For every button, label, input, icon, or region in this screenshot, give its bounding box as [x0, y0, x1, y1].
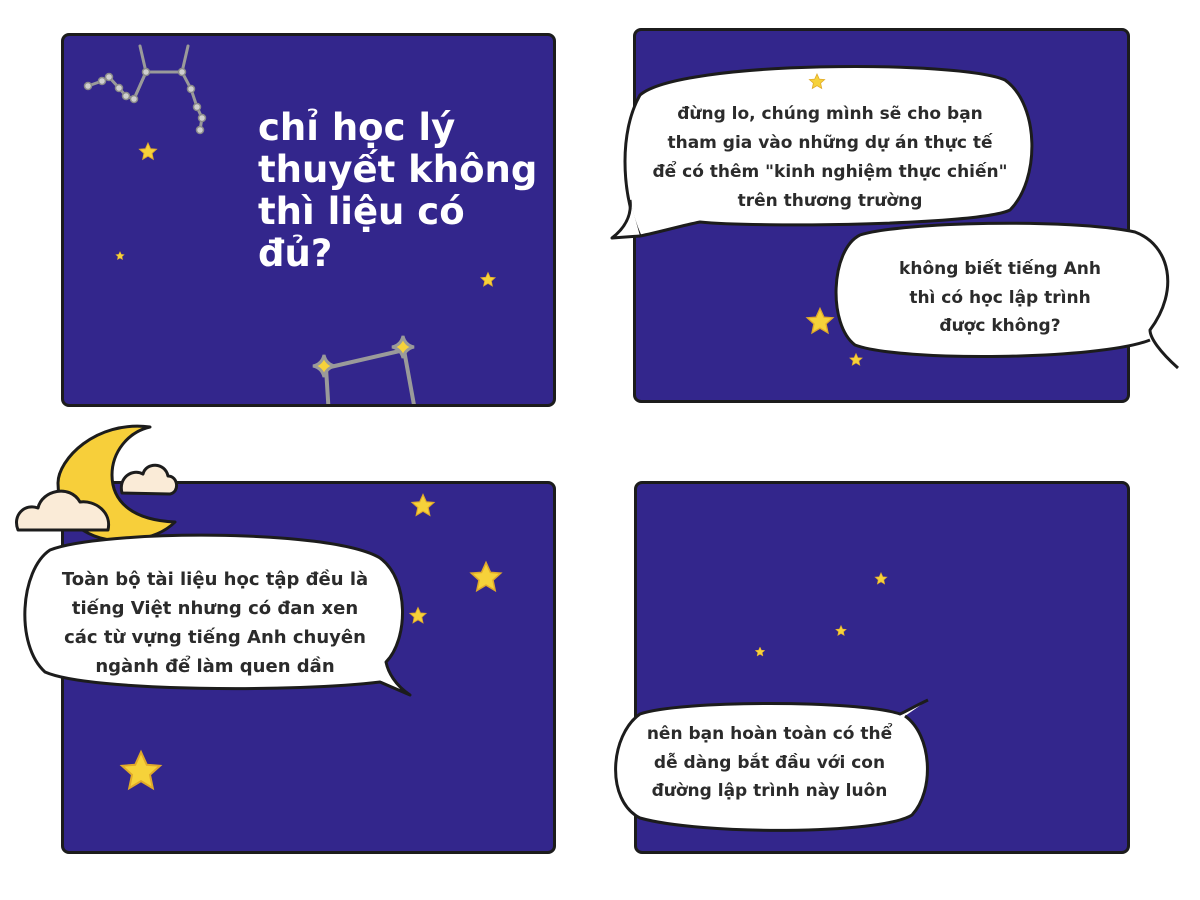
bubble-line: đường lập trình này luôn — [651, 781, 888, 801]
panel1-headline: chỉ học lý thuyết không thì liệu có đủ? — [258, 107, 548, 275]
bubble-line: dễ dàng bắt đầu với con — [653, 752, 886, 773]
bubble-line: nên bạn hoàn toàn có thể — [646, 724, 893, 744]
bubble-line: các từ vựng tiếng Anh chuyên — [64, 627, 366, 648]
headline-line: chỉ học lý — [258, 106, 456, 149]
bubble-line: tiếng Việt nhưng có đan xen — [71, 598, 359, 619]
headline-line: thì liệu có đủ? — [258, 190, 465, 275]
bubble-line: Toàn bộ tài liệu học tập đều là — [61, 569, 369, 590]
panel3-bubble-text: Toàn bộ tài liệu học tập đều là tiếng Vi… — [30, 565, 400, 681]
bubble-line: trên thương trường — [737, 191, 923, 211]
panel2-bubble-top-text: đừng lo, chúng mình sẽ cho bạn tham gia … — [630, 100, 1030, 216]
bubble-line: thì có học lập trình — [909, 287, 1091, 308]
bubble-line: được không? — [939, 316, 1061, 336]
bubble-line: đừng lo, chúng mình sẽ cho bạn — [677, 104, 983, 124]
bubble-line: không biết tiếng Anh — [899, 259, 1101, 279]
panel2-bubble-bottom-text: không biết tiếng Anh thì có học lập trìn… — [870, 255, 1130, 341]
bubble-line: để có thêm "kinh nghiệm thực chiến" — [652, 162, 1008, 182]
bubble-line: tham gia vào những dự án thực tế — [667, 133, 993, 153]
panel4-bubble-text: nên bạn hoàn toàn có thể dễ dàng bắt đầu… — [622, 720, 917, 806]
headline-line: thuyết không — [258, 148, 538, 191]
bubble-line: ngành để làm quen dần — [95, 656, 335, 677]
